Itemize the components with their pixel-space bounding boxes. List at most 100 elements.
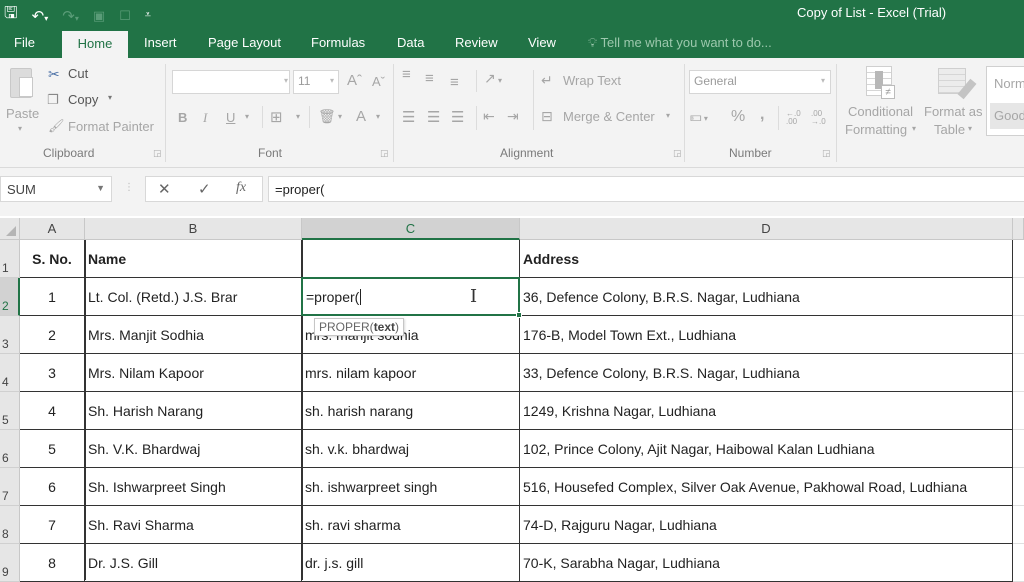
fill-handle[interactable]: [516, 312, 522, 318]
tab-review[interactable]: Review: [455, 35, 498, 50]
name-box[interactable]: SUM ▼: [0, 176, 112, 202]
style-good[interactable]: Good: [994, 108, 1024, 123]
cell-D4[interactable]: 33, Defence Colony, B.R.S. Nagar, Ludhia…: [520, 354, 1013, 392]
align-right-icon[interactable]: ☰: [451, 108, 464, 126]
font-size-dropdown-icon[interactable]: ▾: [326, 76, 338, 85]
cell-E2[interactable]: [1013, 278, 1024, 316]
column-header-a[interactable]: A: [20, 218, 85, 240]
bold-button[interactable]: B: [178, 110, 187, 125]
cell-E4[interactable]: [1013, 354, 1024, 392]
increase-font-size-button[interactable]: Aˆ: [347, 72, 362, 89]
cell-A2[interactable]: 1: [20, 278, 85, 316]
row-header-4[interactable]: 4: [0, 354, 20, 392]
cancel-formula-button[interactable]: ✕: [158, 180, 171, 198]
cell-B8[interactable]: Sh. Ravi Sharma: [85, 506, 302, 544]
redo-icon[interactable]: ↷▾: [62, 7, 79, 25]
italic-button[interactable]: I: [203, 110, 207, 126]
decrease-font-size-button[interactable]: Aˇ: [372, 74, 385, 89]
row-header-3[interactable]: 3: [0, 316, 20, 354]
row-header-9[interactable]: 9: [0, 544, 20, 582]
tab-insert[interactable]: Insert: [144, 35, 177, 50]
cell-styles-gallery[interactable]: Norm Good: [986, 66, 1024, 136]
font-name-dropdown-icon[interactable]: ▾: [280, 76, 292, 85]
cell-A7[interactable]: 6: [20, 468, 85, 506]
cell-D2[interactable]: 36, Defence Colony, B.R.S. Nagar, Ludhia…: [520, 278, 1013, 316]
row-header-8[interactable]: 8: [0, 506, 20, 544]
row-header-1[interactable]: 1: [0, 240, 20, 278]
cell-C5[interactable]: sh. harish narang: [302, 392, 520, 430]
print-preview-icon[interactable]: ☐: [119, 8, 131, 24]
cell-D1[interactable]: Address: [520, 240, 1013, 278]
cell-A6[interactable]: 5: [20, 430, 85, 468]
cell-E1[interactable]: [1013, 240, 1024, 278]
camera-icon[interactable]: ▣: [93, 8, 105, 24]
alignment-launcher-icon[interactable]: ◲: [673, 148, 682, 159]
font-color-dropdown-icon[interactable]: ▾: [376, 112, 380, 121]
comma-button[interactable]: ,: [760, 106, 764, 124]
cell-A5[interactable]: 4: [20, 392, 85, 430]
cell-D7[interactable]: 516, Housefed Complex, Silver Oak Avenue…: [520, 468, 1013, 506]
format-as-table-button[interactable]: Format as Table ▾: [922, 64, 984, 144]
row-header-5[interactable]: 5: [0, 392, 20, 430]
style-normal[interactable]: Norm: [994, 76, 1024, 91]
align-center-icon[interactable]: ☰: [427, 108, 440, 126]
font-name-input[interactable]: [172, 70, 290, 94]
cell-B2[interactable]: Lt. Col. (Retd.) J.S. Brar: [85, 278, 302, 316]
name-box-dropdown-icon[interactable]: ▼: [96, 183, 105, 193]
fill-color-icon[interactable]: 🗑︎: [318, 108, 336, 125]
cell-E8[interactable]: [1013, 506, 1024, 544]
underline-button[interactable]: U: [226, 110, 235, 125]
cell-C8[interactable]: sh. ravi sharma: [302, 506, 520, 544]
cell-D6[interactable]: 102, Prince Colony, Ajit Nagar, Haibowal…: [520, 430, 1013, 468]
row-header-7[interactable]: 7: [0, 468, 20, 506]
tell-me-box[interactable]: 💡︎ Tell me what you want to do...: [588, 35, 772, 51]
cell-B9[interactable]: Dr. J.S. Gill: [85, 544, 302, 582]
enter-formula-button[interactable]: ✓: [198, 180, 211, 198]
tab-home[interactable]: Home: [62, 31, 128, 58]
column-header-e[interactable]: [1013, 218, 1024, 240]
top-align-icon[interactable]: ≡: [402, 66, 411, 83]
cell-C6[interactable]: sh. v.k. bhardwaj: [302, 430, 520, 468]
accounting-format-icon[interactable]: 💵︎ ▾: [690, 109, 708, 125]
cell-B5[interactable]: Sh. Harish Narang: [85, 392, 302, 430]
cell-D3[interactable]: 176-B, Model Town Ext., Ludhiana: [520, 316, 1013, 354]
number-launcher-icon[interactable]: ◲: [822, 148, 831, 159]
conditional-formatting-button[interactable]: ≠ Conditional Formatting ▾: [845, 64, 921, 144]
tab-file[interactable]: File: [14, 35, 35, 50]
number-format-dropdown-icon[interactable]: ▾: [817, 76, 829, 85]
row-header-6[interactable]: 6: [0, 430, 20, 468]
tooltip-function[interactable]: PROPER(: [319, 320, 374, 334]
cell-A3[interactable]: 2: [20, 316, 85, 354]
cell-E5[interactable]: [1013, 392, 1024, 430]
increase-decimal-button[interactable]: ←.0.00: [786, 110, 802, 126]
select-all-button[interactable]: [0, 218, 20, 240]
cell-A1[interactable]: S. No.: [20, 240, 85, 278]
cell-E9[interactable]: [1013, 544, 1024, 582]
formula-input[interactable]: =proper(: [268, 176, 1024, 202]
cell-C2[interactable]: =proper(: [301, 277, 520, 316]
cell-C4[interactable]: mrs. nilam kapoor: [302, 354, 520, 392]
font-color-button[interactable]: A: [356, 108, 366, 125]
column-header-d[interactable]: D: [520, 218, 1013, 240]
tab-data[interactable]: Data: [397, 35, 424, 50]
cell-E6[interactable]: [1013, 430, 1024, 468]
cell-B4[interactable]: Mrs. Nilam Kapoor: [85, 354, 302, 392]
font-launcher-icon[interactable]: ◲: [380, 148, 389, 159]
cell-A8[interactable]: 7: [20, 506, 85, 544]
insert-function-button[interactable]: fx: [236, 180, 246, 196]
tooltip-argument[interactable]: text: [374, 320, 395, 334]
column-header-c[interactable]: C: [302, 218, 520, 240]
cell-E7[interactable]: [1013, 468, 1024, 506]
cell-D9[interactable]: 70-K, Sarabha Nagar, Ludhiana: [520, 544, 1013, 582]
increase-indent-icon[interactable]: ⇥: [507, 108, 519, 125]
decrease-decimal-button[interactable]: .00 →.0: [811, 110, 827, 126]
cell-C7[interactable]: sh. ishwarpreet singh: [302, 468, 520, 506]
bottom-align-icon[interactable]: ≡: [450, 74, 459, 91]
cell-D5[interactable]: 1249, Krishna Nagar, Ludhiana: [520, 392, 1013, 430]
undo-icon[interactable]: ↶▾: [32, 7, 49, 25]
underline-dropdown-icon[interactable]: ▾: [245, 112, 249, 121]
fill-color-dropdown-icon[interactable]: ▾: [338, 112, 342, 121]
column-header-b[interactable]: B: [85, 218, 302, 240]
cell-E3[interactable]: [1013, 316, 1024, 354]
tab-page-layout[interactable]: Page Layout: [208, 35, 281, 50]
